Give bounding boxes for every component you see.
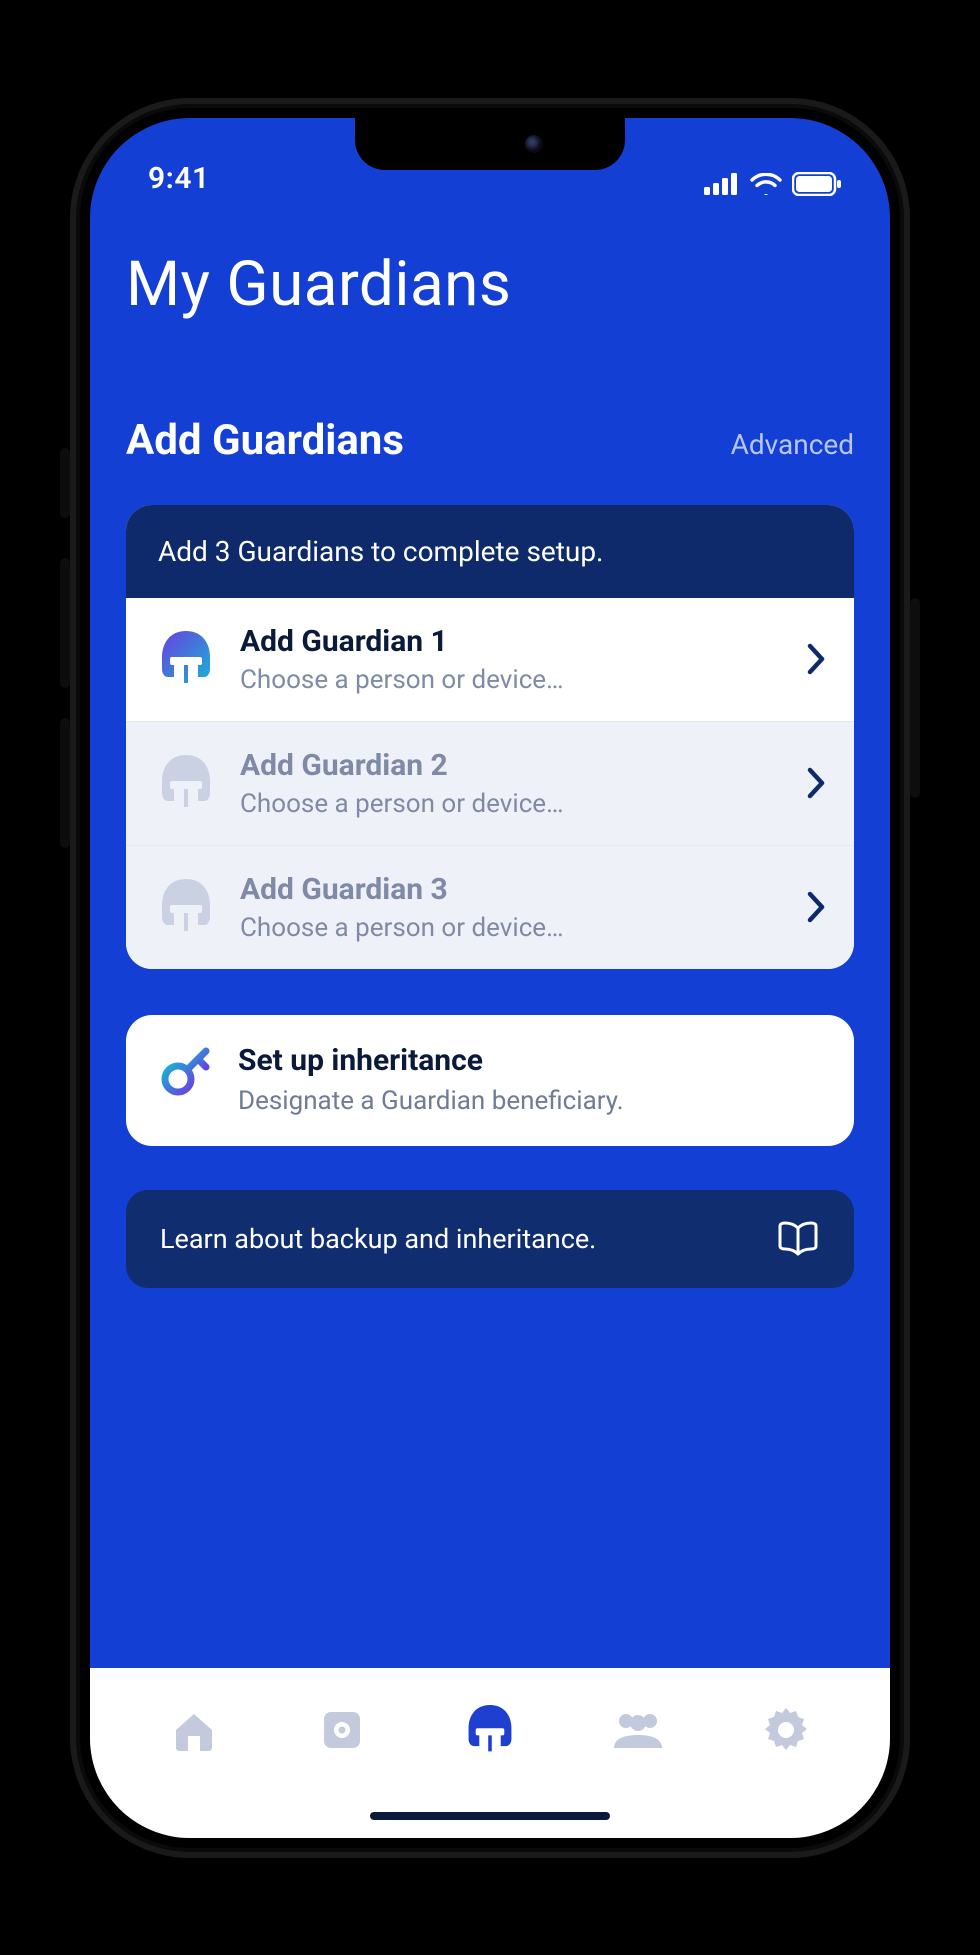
guardian-row-sub: Choose a person or device… xyxy=(240,789,780,819)
guardian-row-2[interactable]: Add Guardian 2 Choose a person or device… xyxy=(126,721,854,845)
tab-people[interactable] xyxy=(608,1700,668,1760)
power-button xyxy=(910,598,920,798)
chevron-right-icon xyxy=(806,890,826,924)
inheritance-sub: Designate a Guardian beneficiary. xyxy=(238,1086,624,1116)
screen: 9:41 xyxy=(90,118,890,1838)
tab-settings[interactable] xyxy=(756,1700,816,1760)
home-indicator[interactable] xyxy=(370,1812,610,1820)
chevron-right-icon xyxy=(806,766,826,800)
cellular-icon xyxy=(704,173,740,195)
inheritance-card[interactable]: Set up inheritance Designate a Guardian … xyxy=(126,1015,854,1146)
section-header: Add Guardians Advanced xyxy=(126,416,854,465)
people-icon xyxy=(610,1710,666,1750)
guardian-row-title: Add Guardian 3 xyxy=(240,872,780,907)
guardian-row-sub: Choose a person or device… xyxy=(240,665,780,695)
volume-down-button xyxy=(60,718,70,848)
guardian-helmet-icon xyxy=(465,1703,515,1757)
guardian-row-title: Add Guardian 1 xyxy=(240,624,780,659)
vault-icon xyxy=(318,1706,366,1754)
guardian-helmet-icon xyxy=(158,629,214,689)
guardian-helmet-icon xyxy=(158,877,214,937)
volume-up-button xyxy=(60,558,70,688)
guardian-row-3[interactable]: Add Guardian 3 Choose a person or device… xyxy=(126,845,854,969)
inheritance-title: Set up inheritance xyxy=(238,1043,624,1078)
guardian-row-1[interactable]: Add Guardian 1 Choose a person or device… xyxy=(126,598,854,721)
guardian-helmet-icon xyxy=(158,753,214,813)
notch xyxy=(355,118,625,170)
book-icon xyxy=(776,1220,820,1258)
tab-home[interactable] xyxy=(164,1700,224,1760)
tab-vault[interactable] xyxy=(312,1700,372,1760)
guardians-card: Add 3 Guardians to complete setup. xyxy=(126,505,854,969)
key-icon xyxy=(158,1043,212,1097)
gear-icon xyxy=(761,1705,811,1755)
learn-banner[interactable]: Learn about backup and inheritance. xyxy=(126,1190,854,1288)
page-title: My Guardians xyxy=(126,248,854,321)
front-camera xyxy=(525,135,543,153)
guardian-row-title: Add Guardian 2 xyxy=(240,748,780,783)
guardian-row-sub: Choose a person or device… xyxy=(240,913,780,943)
learn-text: Learn about backup and inheritance. xyxy=(160,1223,756,1255)
setup-banner: Add 3 Guardians to complete setup. xyxy=(126,505,854,598)
page-content: My Guardians Add Guardians Advanced Add … xyxy=(90,208,890,1668)
section-title: Add Guardians xyxy=(126,416,404,465)
chevron-right-icon xyxy=(806,642,826,676)
status-time: 9:41 xyxy=(148,161,210,196)
home-icon xyxy=(170,1706,218,1754)
wifi-icon xyxy=(750,173,782,195)
mute-switch xyxy=(60,448,70,518)
battery-icon xyxy=(792,172,842,196)
tab-guardians[interactable] xyxy=(460,1700,520,1760)
phone-frame: 9:41 xyxy=(70,98,910,1858)
status-icons xyxy=(704,172,842,196)
advanced-link[interactable]: Advanced xyxy=(731,428,854,461)
